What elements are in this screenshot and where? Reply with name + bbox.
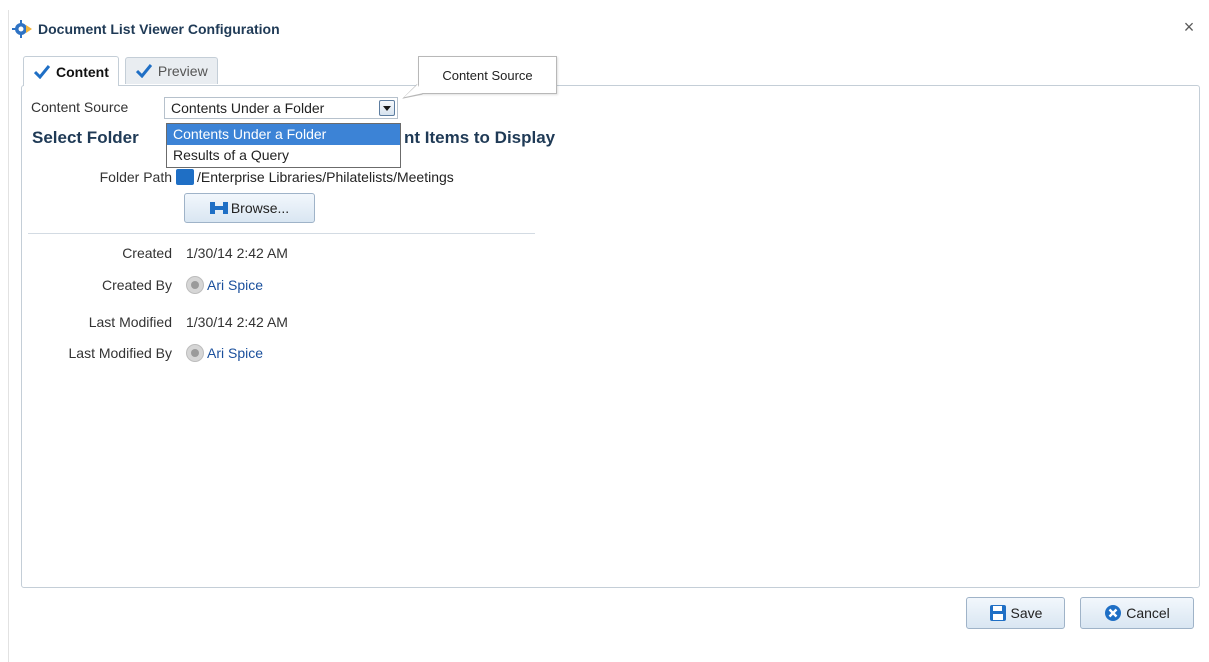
section-heading-end: nt Items to Display xyxy=(404,128,556,147)
chevron-down-icon[interactable] xyxy=(379,100,395,116)
divider xyxy=(28,233,535,234)
created-value: 1/30/14 2:42 AM xyxy=(186,245,288,261)
created-by-link[interactable]: Ari Spice xyxy=(207,277,263,293)
dialog-title: Document List Viewer Configuration xyxy=(38,21,280,37)
tab-bar: Content Preview xyxy=(23,56,218,86)
content-source-dropdown: Contents Under a Folder Results of a Que… xyxy=(166,123,401,168)
tab-content[interactable]: Content xyxy=(23,56,119,86)
browse-icon xyxy=(209,202,228,214)
dropdown-option-folder[interactable]: Contents Under a Folder xyxy=(167,124,400,145)
content-source-select[interactable]: Contents Under a Folder xyxy=(164,97,398,119)
created-label: Created xyxy=(122,245,172,261)
dialog-border xyxy=(8,10,9,662)
content-source-tooltip: Content Source xyxy=(418,56,557,94)
save-button[interactable]: Save xyxy=(966,597,1065,629)
folder-path: /Enterprise Libraries/Philatelists/Meeti… xyxy=(176,169,454,185)
cancel-label: Cancel xyxy=(1126,605,1170,621)
cancel-button[interactable]: Cancel xyxy=(1080,597,1194,629)
cancel-icon xyxy=(1105,605,1122,621)
browse-label: Browse... xyxy=(230,200,290,216)
section-heading-start: Select Folder xyxy=(32,128,139,147)
user-avatar-icon xyxy=(186,276,204,294)
tab-label: Preview xyxy=(157,63,208,79)
select-value: Contents Under a Folder xyxy=(171,100,325,116)
tab-label: Content xyxy=(56,63,109,80)
dialog-title-bar: Document List Viewer Configuration xyxy=(12,18,280,40)
checkmark-icon xyxy=(34,64,50,79)
last-modified-value: 1/30/14 2:42 AM xyxy=(186,314,288,330)
close-button[interactable]: × xyxy=(1181,18,1197,36)
content-source-label: Content Source xyxy=(31,99,129,115)
folder-path-label: Folder Path xyxy=(99,169,172,185)
browse-button[interactable]: Browse... xyxy=(184,193,315,223)
last-modified-by-link[interactable]: Ari Spice xyxy=(207,345,263,361)
folder-path-value: /Enterprise Libraries/Philatelists/Meeti… xyxy=(197,169,454,185)
folder-icon xyxy=(176,169,194,185)
user-avatar-icon xyxy=(186,344,204,362)
tooltip-text: Content Source xyxy=(442,67,533,83)
tab-preview[interactable]: Preview xyxy=(124,57,218,84)
created-by-user: Ari Spice xyxy=(186,276,263,294)
checkmark-icon xyxy=(135,64,152,78)
dropdown-option-query[interactable]: Results of a Query xyxy=(167,145,400,166)
last-modified-by-label: Last Modified By xyxy=(68,345,173,361)
last-modified-label: Last Modified xyxy=(88,314,172,330)
last-modified-by-user: Ari Spice xyxy=(186,344,263,362)
created-by-label: Created By xyxy=(101,277,172,293)
gear-icon xyxy=(12,20,32,38)
save-label: Save xyxy=(1010,605,1043,621)
floppy-disk-icon xyxy=(989,605,1006,621)
configuration-dialog: Document List Viewer Configuration × Con… xyxy=(0,0,1209,662)
